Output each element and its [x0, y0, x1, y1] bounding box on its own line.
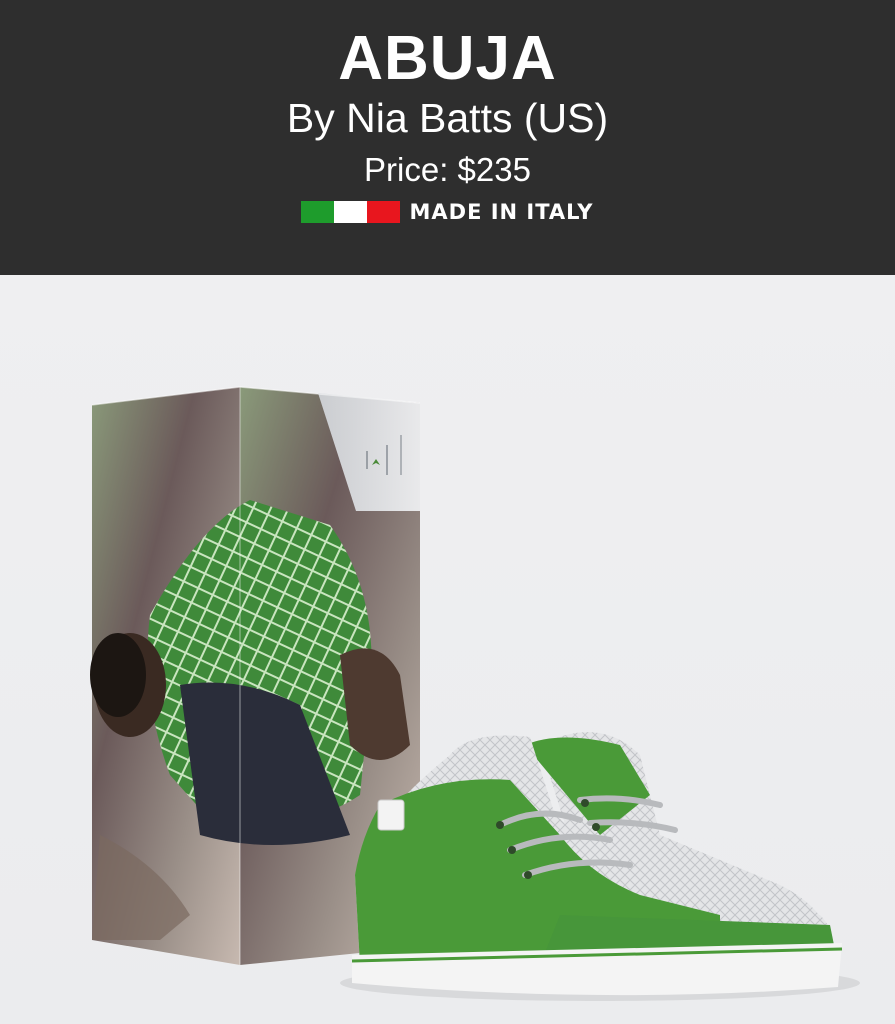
- product-title: ABUJA: [338, 24, 557, 93]
- designer-name: By Nia Batts (US): [286, 95, 609, 141]
- shoe-tag: [377, 799, 405, 831]
- shoe: [351, 732, 843, 996]
- product-image: [90, 386, 860, 1001]
- italian-flag-icon: [301, 201, 400, 223]
- product-image-area: [0, 275, 895, 1024]
- origin-badge: MADE IN ITALY: [0, 198, 895, 226]
- product-header: ABUJA By Nia Batts (US) Price: $235 MADE…: [0, 0, 895, 275]
- origin-label: MADE IN ITALY: [409, 200, 594, 224]
- product-price: Price: $235: [364, 151, 531, 188]
